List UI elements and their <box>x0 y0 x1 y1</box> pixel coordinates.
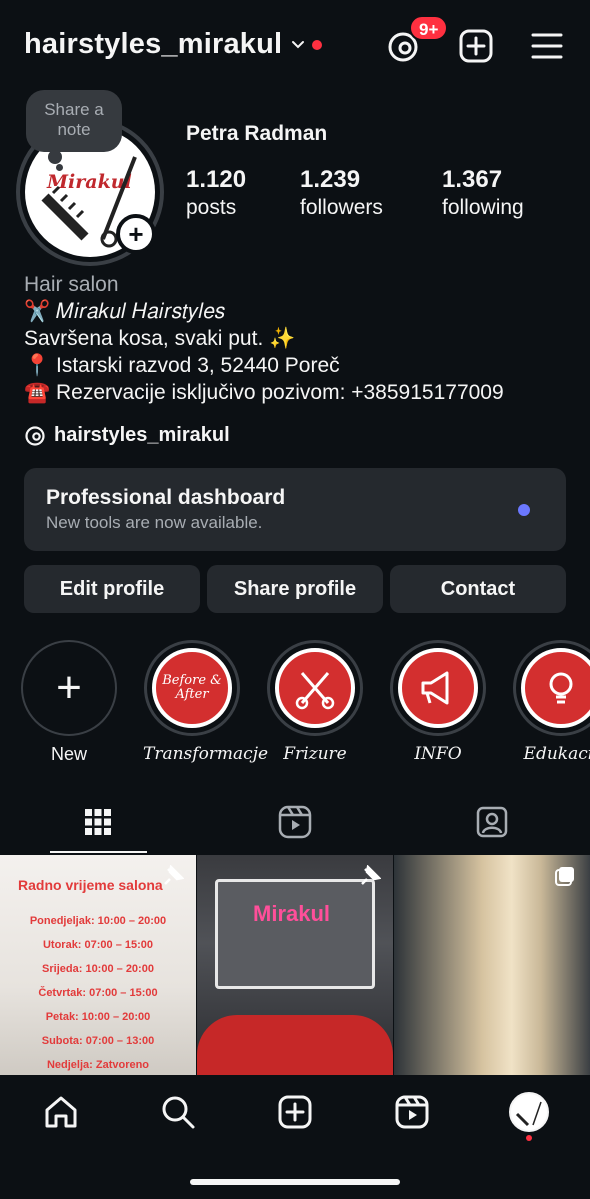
account-switcher[interactable]: hairstyles_mirakul <box>24 28 323 61</box>
nav-profile[interactable] <box>509 1092 549 1132</box>
post-text-line: Utorak: 07:00 – 15:00 <box>42 939 154 951</box>
edit-profile-button[interactable]: Edit profile <box>24 565 200 613</box>
home-indicator <box>190 1179 400 1185</box>
carousel-icon <box>555 867 574 886</box>
share-note-bubble[interactable]: Share a note <box>26 90 122 152</box>
tab-grid[interactable] <box>78 800 118 844</box>
menu-icon[interactable] <box>530 30 564 62</box>
nav-search[interactable] <box>158 1092 198 1132</box>
unread-dot <box>312 39 323 50</box>
following-label: following <box>442 196 524 219</box>
dashboard-subtitle: New tools are now available. <box>46 513 263 532</box>
profile-notification-dot <box>526 1135 532 1141</box>
post-thumbnail[interactable]: Mirakul <box>197 855 393 1075</box>
nav-create[interactable] <box>275 1092 315 1132</box>
bio-line: Savršena kosa, svaki put. ✨ <box>24 327 296 350</box>
highlight-ring: Before & After <box>144 640 240 736</box>
grid-icon <box>85 809 111 835</box>
bio-category: Hair salon <box>24 273 119 296</box>
posts-label: posts <box>186 196 237 219</box>
threads-icon <box>25 425 45 446</box>
post-overlay-text: Mirakul <box>253 901 331 926</box>
profile-avatar <box>509 1092 549 1132</box>
search-icon <box>162 1096 195 1129</box>
tagged-icon <box>476 806 508 838</box>
mirror-frame <box>215 879 375 989</box>
active-tab-indicator <box>50 851 147 853</box>
following-count: 1.367 <box>442 166 503 193</box>
tab-tagged[interactable] <box>472 800 512 844</box>
before-after-cover: Before & After <box>152 648 232 728</box>
highlight-label: Frizure <box>283 744 347 764</box>
create-post-icon[interactable] <box>458 28 494 64</box>
reels-icon <box>278 805 312 839</box>
post-text-line: Nedjelja: Zatvoreno <box>46 1059 150 1071</box>
highlight-new[interactable]: + New <box>20 640 118 765</box>
bio-line: 📍 Istarski razvod 3, 52440 Poreč <box>24 354 340 377</box>
tab-reels[interactable] <box>275 800 315 844</box>
dashboard-title: Professional dashboard <box>46 486 286 509</box>
highlight-label: Edukacij <box>523 744 590 764</box>
highlight-ring <box>513 640 590 736</box>
plus-icon: + <box>21 640 117 736</box>
home-icon <box>45 1096 77 1128</box>
share-note-label: Share a note <box>44 100 104 139</box>
pin-icon <box>361 865 381 885</box>
following-stat[interactable]: 1.367 following <box>442 165 524 221</box>
nav-reels[interactable] <box>392 1092 432 1132</box>
contact-button[interactable]: Contact <box>390 565 566 613</box>
share-profile-button[interactable]: Share profile <box>207 565 383 613</box>
highlight-info[interactable]: INFO <box>389 640 487 764</box>
new-indicator-dot <box>518 504 530 516</box>
scissors-icon <box>275 648 355 728</box>
post-thumbnail[interactable]: Radno vrijeme salona Ponedjeljak: 10:00 … <box>0 855 196 1075</box>
note-tail <box>48 150 62 164</box>
bottom-nav <box>0 1075 590 1199</box>
top-bar: hairstyles_mirakul 9+ <box>0 0 590 92</box>
add-story-button[interactable]: + <box>116 214 156 254</box>
post-title: Radno vrijeme salona <box>18 877 163 893</box>
highlight-edukacija[interactable]: Edukacij <box>512 640 590 764</box>
bio-line: ✂️ 𝑀𝑖𝑟𝑎𝑘𝑢𝑙 𝐻𝑎𝑖𝑟𝑠𝑡𝑦𝑙𝑒𝑠 <box>24 300 226 323</box>
salon-chair <box>197 1015 393 1075</box>
bio: Hair salon ✂️ 𝑀𝑖𝑟𝑎𝑘𝑢𝑙 𝐻𝑎𝑖𝑟𝑠𝑡𝑦𝑙𝑒𝑠 Savršen… <box>24 271 504 406</box>
post-text-line: Četvrtak: 07:00 – 15:00 <box>38 987 158 999</box>
nav-home[interactable] <box>41 1092 81 1132</box>
post-text-line: Petak: 10:00 – 20:00 <box>45 1011 151 1023</box>
followers-label: followers <box>300 196 383 219</box>
highlight-ring <box>267 640 363 736</box>
posts-count: 1.120 <box>186 166 247 193</box>
reels-icon <box>395 1095 429 1129</box>
post-thumbnail[interactable] <box>394 855 590 1075</box>
threads-profile-link[interactable]: hairstyles_mirakul <box>24 424 230 447</box>
chevron-down-icon[interactable] <box>290 37 306 53</box>
post-text-line: Ponedjeljak: 10:00 – 20:00 <box>29 915 167 927</box>
highlight-transformacje[interactable]: Before & After Transformacje <box>143 640 269 764</box>
pin-icon <box>164 865 184 885</box>
highlight-label: New <box>50 744 87 764</box>
highlight-label: INFO <box>414 744 462 764</box>
full-name: Petra Radman <box>186 122 328 145</box>
followers-count: 1.239 <box>300 166 361 193</box>
lightbulb-icon <box>521 648 590 728</box>
followers-stat[interactable]: 1.239 followers <box>300 165 383 221</box>
note-tail-small <box>56 164 63 171</box>
post-text-line: Subota: 07:00 – 13:00 <box>41 1035 155 1047</box>
highlight-cover-text: Before & After <box>162 673 222 702</box>
megaphone-icon <box>398 648 478 728</box>
posts-stat[interactable]: 1.120 posts <box>186 165 246 221</box>
post-text-line: Srijeda: 10:00 – 20:00 <box>42 963 154 975</box>
create-icon <box>278 1095 312 1129</box>
threads-handle: hairstyles_mirakul <box>54 424 230 446</box>
highlight-frizure[interactable]: Frizure <box>266 640 364 764</box>
professional-dashboard[interactable]: Professional dashboard New tools are now… <box>24 468 566 551</box>
bio-line: ☎️ Rezervacije isključivo pozivom: +3859… <box>24 381 504 404</box>
notification-badge: 9+ <box>409 15 449 41</box>
highlight-label: Transformacje <box>143 744 269 764</box>
highlight-ring <box>390 640 486 736</box>
username[interactable]: hairstyles_mirakul <box>24 28 282 61</box>
